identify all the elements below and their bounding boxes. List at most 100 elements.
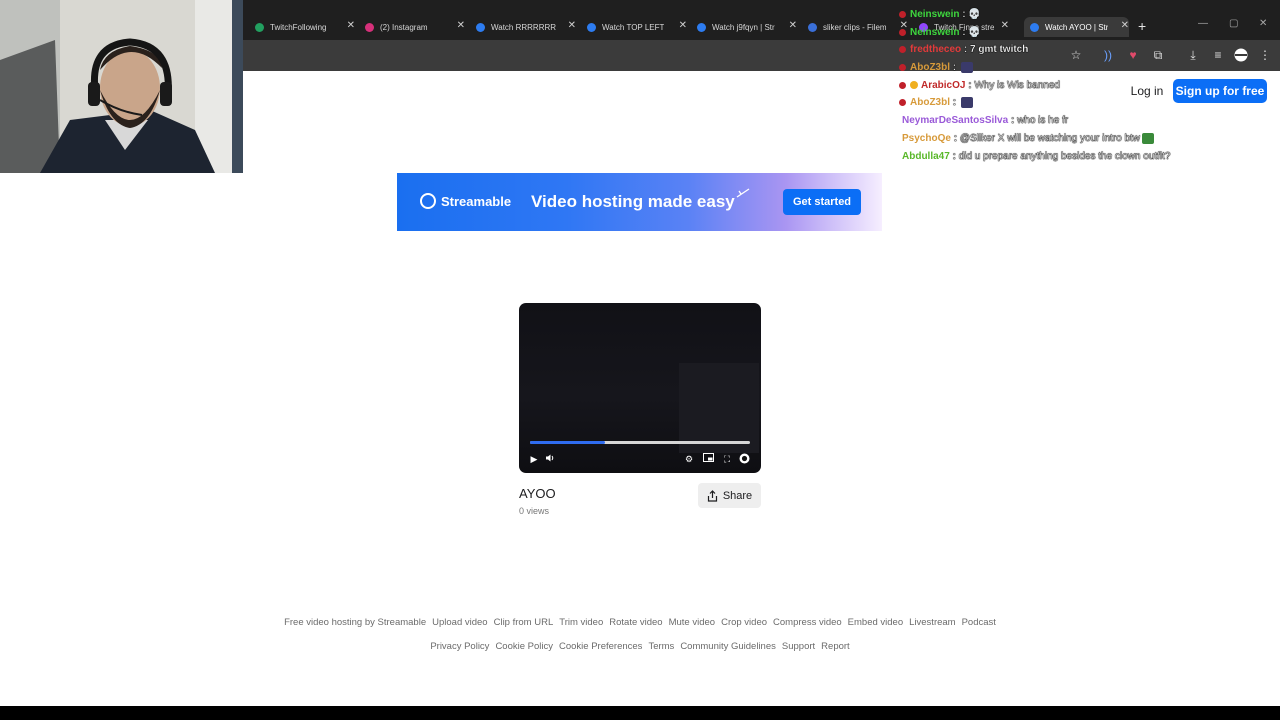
video-progress-bar[interactable] [530,441,750,444]
tab-favicon-icon [365,22,374,32]
footer-link[interactable]: Podcast [962,617,996,628]
tab-close-icon[interactable]: ✕ [789,20,797,31]
tab-favicon-icon [1030,22,1039,32]
video-title: AYOO [519,486,556,501]
chat-text: who is he fr [1017,115,1069,126]
footer-link[interactable]: Community Guidelines [680,641,776,652]
footer-link[interactable]: Privacy Policy [430,641,489,652]
profile-avatar-icon[interactable] [1234,48,1248,62]
tab-close-icon[interactable]: ✕ [1001,20,1009,31]
extensions-puzzle-icon[interactable]: ⧉ [1151,48,1165,62]
play-icon[interactable]: ▶ [528,453,540,465]
footer-link[interactable]: Rotate video [609,617,662,628]
browser-tab[interactable]: Watch RRRRRRR ✕ [476,17,576,37]
extension-red-icon[interactable]: ♥ [1126,48,1140,62]
chat-badge-icon [899,45,906,53]
settings-gear-icon[interactable]: ⚙ [683,453,695,465]
chat-username[interactable]: Neinswein [910,9,959,20]
chat-message: AboZ3bl : [899,62,973,73]
maximize-icon[interactable]: ▢ [1229,18,1238,29]
chat-message: NeymarDeSantosSilva : who is he fr [899,115,1068,126]
chat-emote-icon [960,97,973,108]
browser-menu-icon[interactable]: ⋮ [1258,48,1272,62]
chat-message: Abdulla47 : did u prepare anything besid… [899,151,1171,162]
webcam-overlay [0,0,243,173]
video-player[interactable]: ▶ ⚙ ⛶ [519,303,761,473]
browser-tab[interactable]: Watch AYOO | Str ✕ [1024,17,1129,37]
video-progress-fill [530,441,605,444]
footer-link[interactable]: Terms [648,641,674,652]
footer-link[interactable]: Embed video [848,617,903,628]
browser-tab[interactable]: Watch TOP LEFT ✕ [587,17,687,37]
footer-link[interactable]: Clip from URL [494,617,554,628]
taskbar-strip [0,706,1280,720]
sparkle-icon [736,188,750,198]
new-tab-button[interactable]: + [1138,18,1146,34]
video-views: 0 views [519,506,550,516]
share-button[interactable]: Share [698,483,761,508]
tab-close-icon[interactable]: ✕ [347,20,355,31]
minimize-icon[interactable]: — [1198,18,1208,29]
tab-close-icon[interactable]: ✕ [457,20,465,31]
chat-separator: : [950,62,959,74]
chat-emote-icon [960,62,973,73]
tab-close-icon[interactable]: ✕ [679,20,687,31]
browser-tab[interactable]: sliker clips - Filem ✕ [808,17,908,37]
signup-button[interactable]: Sign up for free [1173,79,1267,103]
footer-link[interactable]: Livestream [909,617,955,628]
footer-link[interactable]: Crop video [721,617,767,628]
footer-links-row-2: Privacy Policy Cookie Policy Cookie Prefer… [0,641,1280,652]
login-button[interactable]: Log in [1124,79,1170,103]
chat-badge-icon [899,81,906,89]
streamable-ad-banner[interactable]: Streamable Video hosting made easy Get s… [397,173,882,231]
chat-badge-icon [899,99,906,106]
chat-text: 7 gmt twitch [970,44,1029,55]
tab-close-icon[interactable]: ✕ [568,20,576,31]
chat-username[interactable]: Neinswein [910,27,959,38]
tab-close-icon[interactable]: ✕ [1121,20,1129,31]
chat-text: 💀 [968,27,981,38]
bookmark-star-icon[interactable]: ☆ [1069,48,1083,62]
screen: TwitchFollowing ✕ (2) Instagram ✕ Watch RRRR… [0,0,1280,720]
footer-link[interactable]: Upload video [432,617,487,628]
picture-in-picture-icon[interactable] [702,453,714,465]
chat-username[interactable]: ArabicOJ [921,80,965,91]
media-controls-icon[interactable]: ≡ [1211,48,1225,62]
chat-username[interactable]: AboZ3bl [910,62,950,73]
chat-message: ArabicOJ : Why is Wis banned [899,80,1060,91]
browser-tab[interactable]: (2) Instagram ✕ [365,17,465,37]
footer-link[interactable]: Support [782,641,815,652]
footer-link[interactable]: Cookie Preferences [559,641,642,652]
footer-link[interactable]: Free video hosting by Streamable [284,617,426,628]
extension-audio-icon[interactable]: )) [1101,48,1115,62]
footer-link[interactable]: Report [821,641,850,652]
close-window-icon[interactable]: ✕ [1259,18,1267,29]
video-frame [679,363,759,453]
footer-link[interactable]: Trim video [559,617,603,628]
tab-favicon-icon [255,22,264,32]
chat-username[interactable]: Abdulla47 [902,151,950,162]
streamable-watermark-icon[interactable] [738,453,750,467]
get-started-button[interactable]: Get started [783,189,861,215]
chat-message: PsychoQe : @Sliker X will be watching yo… [899,133,1155,144]
chat-badge-icon [899,28,906,36]
tab-favicon-icon [808,22,817,32]
footer-link[interactable]: Cookie Policy [495,641,553,652]
chat-separator: : [1008,115,1018,126]
chat-username[interactable]: NeymarDeSantosSilva [902,115,1008,126]
chat-username[interactable]: AboZ3bl [910,97,950,108]
share-label: Share [722,489,753,502]
fullscreen-icon[interactable]: ⛶ [721,453,733,465]
footer-link[interactable]: Compress video [773,617,842,628]
footer-link[interactable]: Mute video [669,617,715,628]
volume-icon[interactable] [544,453,556,466]
chat-username[interactable]: fredtheceo [910,44,961,55]
banner-tagline: Video hosting made easy [531,192,735,211]
chat-username[interactable]: PsychoQe [902,133,951,144]
chat-message: AboZ3bl : [899,97,973,108]
browser-tab[interactable]: Watch j9fqyn | Str ✕ [697,17,797,37]
streamable-logo: Streamable [420,193,511,209]
browser-tab[interactable]: TwitchFollowing ✕ [255,17,355,37]
tab-favicon-icon [587,22,596,32]
downloads-icon[interactable]: ⤓ [1186,48,1200,62]
